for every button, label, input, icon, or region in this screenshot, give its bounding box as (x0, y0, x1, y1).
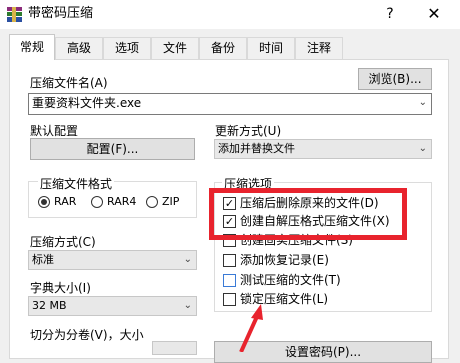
window-title: 带密码压缩 (28, 6, 94, 21)
solid-checkbox[interactable] (223, 234, 236, 247)
tab-options[interactable]: 选项 (103, 37, 151, 59)
tab-general[interactable]: 常规 (9, 34, 55, 60)
tab-advanced[interactable]: 高级 (55, 37, 103, 59)
dict-value: 32 MB (32, 299, 67, 312)
title-bar: 带密码压缩 ? ✕ (0, 0, 460, 29)
profile-button[interactable]: 配置(F)... (30, 138, 195, 160)
chevron-down-icon: ⌄ (183, 254, 192, 265)
format-label: 压缩文件格式 (38, 176, 115, 192)
help-button[interactable]: ? (380, 3, 400, 25)
format-zip-label: ZIP (162, 195, 180, 208)
profile-label: 默认配置 (30, 124, 79, 138)
sfx-checkbox[interactable]: ✓ (223, 215, 236, 228)
chevron-down-icon: ⌄ (418, 143, 427, 154)
method-label: 压缩方式(C) (30, 235, 96, 249)
checkmark-icon: ✓ (224, 215, 235, 228)
update-mode-value: 添加并替换文件 (218, 142, 295, 155)
checkmark-icon: ✓ (224, 197, 235, 210)
dict-select[interactable]: 32 MB ⌄ (28, 296, 197, 316)
split-select[interactable] (152, 341, 197, 355)
recovery-label: 添加恢复记录(E) (240, 253, 329, 267)
options-label: 压缩选项 (222, 176, 275, 192)
format-rar-label: RAR (54, 195, 77, 208)
archive-name-value: 重要资料文件夹.exe (32, 96, 142, 110)
format-zip-radio[interactable] (146, 196, 158, 208)
update-mode-label: 更新方式(U) (215, 124, 282, 138)
close-button[interactable]: ✕ (422, 2, 446, 26)
solid-label: 创建固实压缩文件(S) (240, 233, 353, 247)
chevron-down-icon: ⌄ (183, 300, 192, 311)
split-label: 切分为分卷(V)，大小 (30, 328, 144, 342)
recovery-checkbox[interactable] (223, 254, 236, 267)
test-checkbox[interactable] (223, 274, 236, 287)
dict-label: 字典大小(I) (30, 281, 91, 295)
format-rar4-radio[interactable] (91, 196, 103, 208)
browse-button[interactable]: 浏览(B)... (358, 68, 432, 90)
winrar-icon (7, 7, 22, 22)
method-select[interactable]: 标准 ⌄ (28, 250, 197, 270)
tab-backup[interactable]: 备份 (199, 37, 247, 59)
method-value: 标准 (32, 253, 54, 266)
chevron-down-icon[interactable]: ⌄ (419, 94, 427, 112)
arrow-icon (239, 304, 263, 352)
delete-after-checkbox[interactable]: ✓ (223, 197, 236, 210)
delete-after-label: 压缩后删除原来的文件(D) (240, 196, 379, 210)
update-mode-select[interactable]: 添加并替换文件 ⌄ (214, 139, 432, 159)
format-rar-radio[interactable] (38, 196, 50, 208)
sfx-label: 创建自解压格式压缩文件(X) (240, 214, 390, 228)
tab-comment[interactable]: 注释 (295, 37, 343, 59)
test-label: 测试压缩的文件(T) (240, 273, 341, 287)
archive-name-label: 压缩文件名(A) (30, 76, 108, 90)
tab-time[interactable]: 时间 (247, 37, 295, 59)
tab-files[interactable]: 文件 (151, 37, 199, 59)
format-rar4-label: RAR4 (107, 195, 137, 208)
archive-name-input[interactable]: 重要资料文件夹.exe ⌄ (28, 93, 432, 115)
